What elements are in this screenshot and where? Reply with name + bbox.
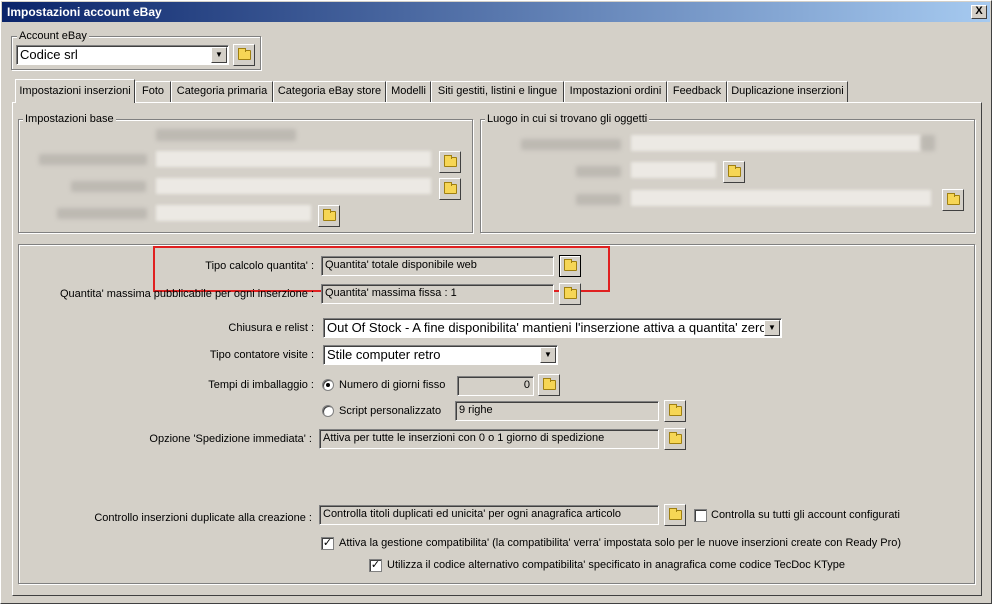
dup-check-field: Controlla titoli duplicati ed unicita' p… — [319, 505, 659, 525]
tab-categoria-ebay-store[interactable]: Categoria eBay store — [273, 81, 386, 102]
fast-ship-field: Attiva per tutte le inserzioni con 0 o 1… — [319, 429, 659, 449]
close-button[interactable]: X — [971, 5, 987, 19]
packaging-script-radio[interactable] — [322, 405, 334, 417]
tab-foto[interactable]: Foto — [135, 81, 171, 102]
redacted-content — [156, 129, 296, 141]
close-icon: X — [975, 5, 983, 17]
base-settings-group-label: Impostazioni base — [23, 113, 116, 125]
redacted-content — [57, 208, 147, 219]
chevron-down-icon[interactable]: ▼ — [211, 47, 227, 63]
redacted-field — [156, 151, 431, 167]
tab-impostazioni-ordini[interactable]: Impostazioni ordini — [564, 81, 667, 102]
folder-icon — [237, 48, 251, 60]
folder-button[interactable] — [318, 205, 340, 227]
dup-check-folder-button[interactable] — [664, 504, 686, 526]
folder-icon — [443, 182, 457, 194]
packaging-fixed-label: Numero di giorni fisso — [339, 379, 446, 391]
location-group-label: Luogo in cui si trovano gli oggetti — [485, 113, 650, 125]
redacted-content — [39, 154, 147, 165]
tecdoc-checkbox[interactable]: ✓ — [369, 559, 382, 572]
tab-duplicazione-inserzioni[interactable]: Duplicazione inserzioni — [727, 81, 848, 102]
packaging-script-field: 9 righe — [455, 401, 659, 421]
redacted-field — [156, 178, 431, 194]
folder-icon — [668, 404, 682, 416]
redacted-field — [631, 162, 716, 178]
compat-checkbox[interactable]: ✓ — [321, 537, 334, 550]
settings-window: Impostazioni account eBay X Account eBay… — [0, 0, 992, 604]
window-title-bar: Impostazioni account eBay X — [2, 2, 990, 22]
folder-icon — [563, 287, 577, 299]
folder-icon — [322, 209, 336, 221]
compat-label: Attiva la gestione compatibilita' (la co… — [339, 537, 902, 549]
all-accounts-checkbox[interactable] — [694, 509, 707, 522]
tecdoc-label: Utilizza il codice alternativo compatibi… — [387, 559, 846, 571]
redacted-field — [156, 205, 311, 221]
folder-icon — [668, 432, 682, 444]
close-relist-label: Chiusura e relist : — [228, 322, 314, 334]
redacted-content — [521, 139, 621, 150]
account-select-value: Codice srl — [20, 47, 78, 62]
folder-icon — [946, 193, 960, 205]
packaging-fixed-folder-button[interactable] — [538, 374, 560, 396]
tab-feedback[interactable]: Feedback — [667, 81, 727, 102]
folder-icon — [443, 155, 457, 167]
folder-button[interactable] — [439, 178, 461, 200]
dup-check-label: Controllo inserzioni duplicate alla crea… — [94, 512, 312, 524]
counter-select[interactable]: Stile computer retro ▼ — [323, 345, 558, 365]
folder-button[interactable] — [942, 189, 964, 211]
folder-button[interactable] — [439, 151, 461, 173]
account-group-label: Account eBay — [17, 30, 89, 42]
account-folder-button[interactable] — [233, 44, 255, 66]
tab-modelli[interactable]: Modelli — [386, 81, 431, 102]
packaging-script-label: Script personalizzato — [339, 405, 442, 417]
packaging-fixed-radio[interactable] — [322, 379, 334, 391]
max-qty-label: Quantita' massima pubblicabile per ogni … — [59, 288, 314, 300]
all-accounts-label: Controlla su tutti gli account configura… — [711, 509, 900, 521]
fast-ship-label: Opzione 'Spedizione immediata' : — [149, 433, 312, 445]
chevron-down-icon[interactable]: ▼ — [764, 320, 780, 336]
account-select[interactable]: Codice srl ▼ — [16, 45, 229, 65]
tab-categoria-primaria[interactable]: Categoria primaria — [171, 81, 273, 102]
max-qty-folder-button[interactable] — [559, 283, 581, 305]
redacted-content — [576, 194, 621, 205]
redacted-field — [631, 190, 931, 206]
redacted-content — [576, 166, 621, 177]
folder-icon — [542, 378, 556, 390]
tab-siti-gestiti[interactable]: Siti gestiti, listini e lingue — [431, 81, 564, 102]
chevron-down-icon[interactable]: ▼ — [540, 347, 556, 363]
redacted-content — [921, 135, 935, 151]
folder-icon — [727, 165, 741, 177]
packaging-label: Tempi di imballaggio : — [208, 379, 314, 391]
redacted-field — [631, 135, 921, 151]
counter-label: Tipo contatore visite : — [209, 349, 314, 361]
folder-button[interactable] — [723, 161, 745, 183]
packaging-days-field[interactable]: 0 — [457, 376, 534, 396]
fast-ship-folder-button[interactable] — [664, 428, 686, 450]
folder-icon — [668, 508, 682, 520]
packaging-script-folder-button[interactable] — [664, 400, 686, 422]
tab-impostazioni-inserzioni[interactable]: Impostazioni inserzioni — [15, 79, 135, 103]
window-title: Impostazioni account eBay — [7, 5, 162, 19]
redacted-content — [71, 181, 146, 192]
close-relist-select[interactable]: Out Of Stock - A fine disponibilita' man… — [323, 318, 782, 338]
max-qty-field: Quantita' massima fissa : 1 — [321, 284, 554, 304]
